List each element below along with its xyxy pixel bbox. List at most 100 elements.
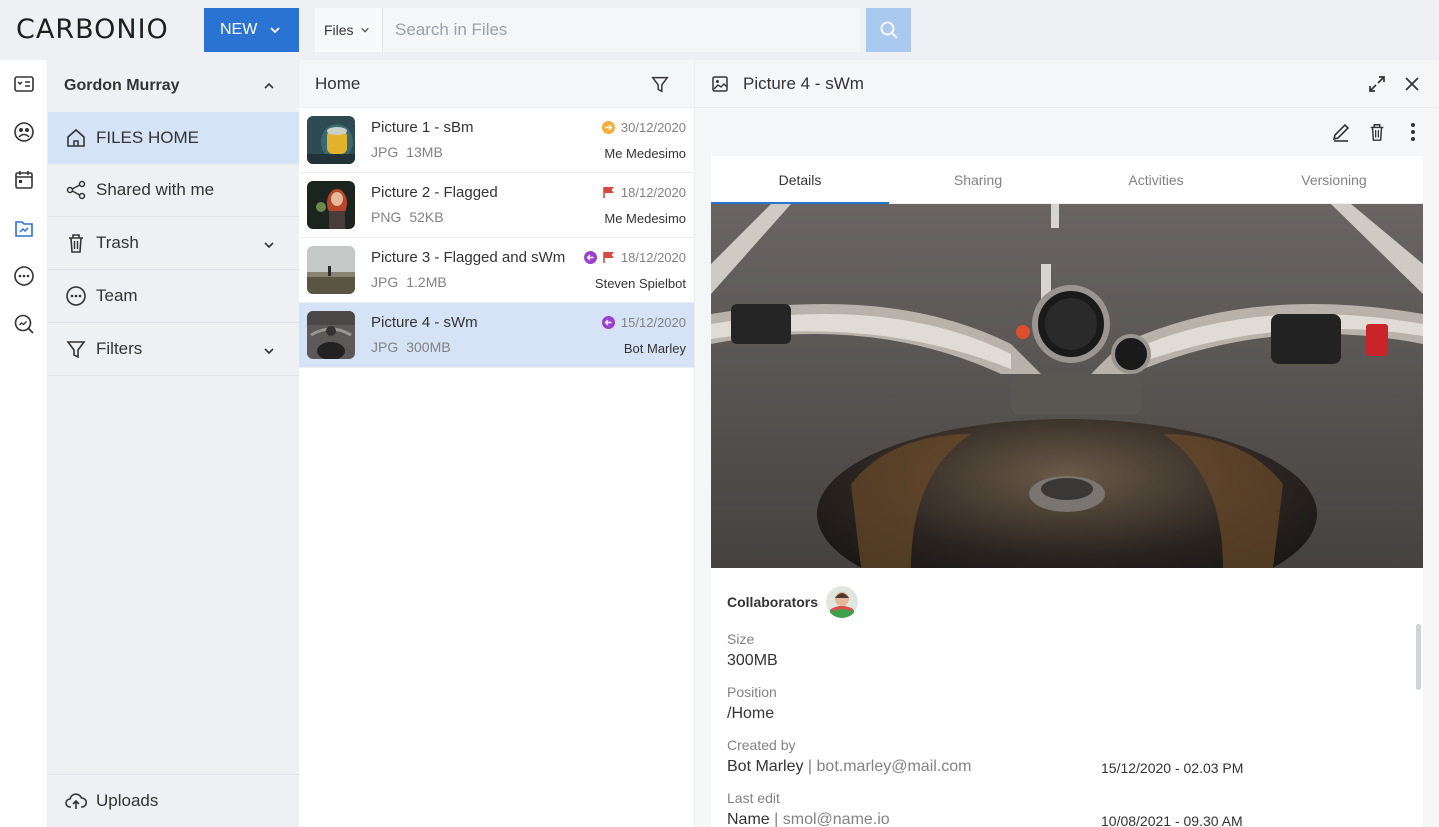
file-type: PNG xyxy=(371,209,401,225)
file-row[interactable]: Picture 3 - Flagged and sWm JPG1.2MB 18/… xyxy=(299,238,694,303)
last-edit-name: Name xyxy=(727,811,770,827)
more-vertical-icon[interactable] xyxy=(1401,120,1425,144)
file-type: JPG xyxy=(371,339,398,355)
last-edit-value: Name | smol@name.io xyxy=(727,811,890,827)
tab-sharing[interactable]: Sharing xyxy=(889,156,1067,203)
detail-panel: Picture 4 - sWm Details Sharing Activiti… xyxy=(695,60,1439,827)
created-by-value: Bot Marley | bot.marley@mail.com xyxy=(727,758,971,776)
scrollbar[interactable] xyxy=(1416,624,1421,690)
last-edit-email: | smol@name.io xyxy=(774,811,890,827)
mail-icon[interactable] xyxy=(12,72,36,96)
tab-details[interactable]: Details xyxy=(711,156,889,203)
close-icon[interactable] xyxy=(1403,74,1421,94)
search-button[interactable] xyxy=(866,8,911,52)
app-rail xyxy=(0,60,48,827)
search-icon xyxy=(879,20,899,40)
shared-by-me-icon xyxy=(602,121,615,134)
file-row[interactable]: Picture 2 - Flagged PNG52KB 18/12/2020 M… xyxy=(299,173,694,238)
files-icon[interactable] xyxy=(12,216,36,240)
file-size: 1.2MB xyxy=(406,274,446,290)
filter-icon[interactable] xyxy=(650,74,670,94)
sidebar-item-shared-with-me[interactable]: Shared with me xyxy=(48,164,299,217)
search-scope-label: Files xyxy=(324,22,354,38)
file-name: Picture 4 - sWm xyxy=(371,314,478,331)
sidebar-item-filters[interactable]: Filters xyxy=(48,323,299,376)
expand-icon[interactable] xyxy=(1367,74,1387,94)
sidebar-item-label: Trash xyxy=(96,233,139,253)
file-thumbnail xyxy=(307,181,355,229)
detail-tabs: Details Sharing Activities Versioning xyxy=(711,156,1423,204)
chevron-down-icon[interactable] xyxy=(263,345,275,357)
filter-icon xyxy=(64,337,88,361)
shared-with-me-icon xyxy=(602,316,615,329)
file-date-group: 18/12/2020 xyxy=(584,250,686,265)
file-date-group: 15/12/2020 xyxy=(602,315,686,330)
chevron-down-icon[interactable] xyxy=(263,239,275,251)
file-date: 18/12/2020 xyxy=(621,185,686,200)
chats-icon[interactable] xyxy=(12,264,36,288)
new-button[interactable]: NEW xyxy=(204,8,299,52)
account-name: Gordon Murray xyxy=(64,77,180,95)
chevron-down-icon xyxy=(360,25,370,35)
contacts-icon[interactable] xyxy=(12,120,36,144)
file-thumbnail xyxy=(307,311,355,359)
file-list-panel: Home Picture 1 - sBm JPG 13MB 30/12/2020 … xyxy=(299,60,695,827)
file-meta: PNG52KB xyxy=(371,209,444,225)
file-name: Picture 1 - sBm xyxy=(371,119,474,136)
search-bar: Files xyxy=(315,8,860,52)
new-button-label: NEW xyxy=(220,21,257,39)
sidebar-item-label: FILES HOME xyxy=(96,128,199,148)
account-header[interactable]: Gordon Murray xyxy=(48,60,299,112)
file-owner: Me Medesimo xyxy=(604,146,686,161)
list-header: Home xyxy=(299,60,694,108)
detail-actions xyxy=(695,108,1439,156)
file-owner: Bot Marley xyxy=(624,341,686,356)
top-bar: CARBONIO NEW Files xyxy=(0,0,1439,60)
team-icon xyxy=(64,284,88,308)
sidebar-item-team[interactable]: Team xyxy=(48,270,299,323)
uploads-button[interactable]: Uploads xyxy=(48,774,299,827)
flag-icon xyxy=(603,186,615,199)
detail-header: Picture 4 - sWm xyxy=(695,60,1439,108)
created-by-email: | bot.marley@mail.com xyxy=(808,758,972,775)
file-date: 30/12/2020 xyxy=(621,120,686,135)
avatar[interactable] xyxy=(826,586,858,618)
created-date: 15/12/2020 - 02.03 PM xyxy=(1101,760,1243,776)
calendar-icon[interactable] xyxy=(12,168,36,192)
shared-with-me-icon xyxy=(584,251,597,264)
collaborators-row: Collaborators xyxy=(727,586,858,618)
tab-activities[interactable]: Activities xyxy=(1067,156,1245,203)
created-by-name: Bot Marley xyxy=(727,758,803,775)
file-date: 18/12/2020 xyxy=(621,250,686,265)
file-thumbnail xyxy=(307,116,355,164)
file-meta: JPG 13MB xyxy=(371,144,443,160)
search-input[interactable] xyxy=(383,8,860,52)
search-icon[interactable] xyxy=(12,312,36,336)
sidebar: Gordon Murray FILES HOME Shared with me … xyxy=(48,60,299,827)
home-icon xyxy=(64,126,88,150)
size-label: Size xyxy=(727,631,754,647)
file-row[interactable]: Picture 1 - sBm JPG 13MB 30/12/2020 Me Me… xyxy=(299,108,694,173)
search-scope-select[interactable]: Files xyxy=(315,8,383,52)
file-type: JPG xyxy=(371,274,398,290)
uploads-label: Uploads xyxy=(96,791,158,811)
file-date: 15/12/2020 xyxy=(621,315,686,330)
last-edit-date: 10/08/2021 - 09.30 AM xyxy=(1101,813,1243,827)
file-type: JPG xyxy=(371,144,398,160)
sidebar-item-trash[interactable]: Trash xyxy=(48,217,299,270)
breadcrumb: Home xyxy=(315,74,360,94)
sidebar-item-label: Team xyxy=(96,286,138,306)
tab-versioning[interactable]: Versioning xyxy=(1245,156,1423,203)
file-date-group: 18/12/2020 xyxy=(603,185,686,200)
sidebar-item-files-home[interactable]: FILES HOME xyxy=(48,112,299,164)
edit-icon[interactable] xyxy=(1329,120,1353,144)
sidebar-item-label: Shared with me xyxy=(96,180,214,200)
app-logo: CARBONIO xyxy=(16,14,169,45)
file-size: 13MB xyxy=(406,144,443,160)
file-row[interactable]: Picture 4 - sWm JPG300MB 15/12/2020 Bot … xyxy=(299,303,694,368)
trash-icon[interactable] xyxy=(1365,120,1389,144)
detail-body: Details Sharing Activities Versioning xyxy=(711,156,1423,827)
share-icon xyxy=(64,178,88,202)
sidebar-item-label: Filters xyxy=(96,339,142,359)
flag-icon xyxy=(603,251,615,264)
